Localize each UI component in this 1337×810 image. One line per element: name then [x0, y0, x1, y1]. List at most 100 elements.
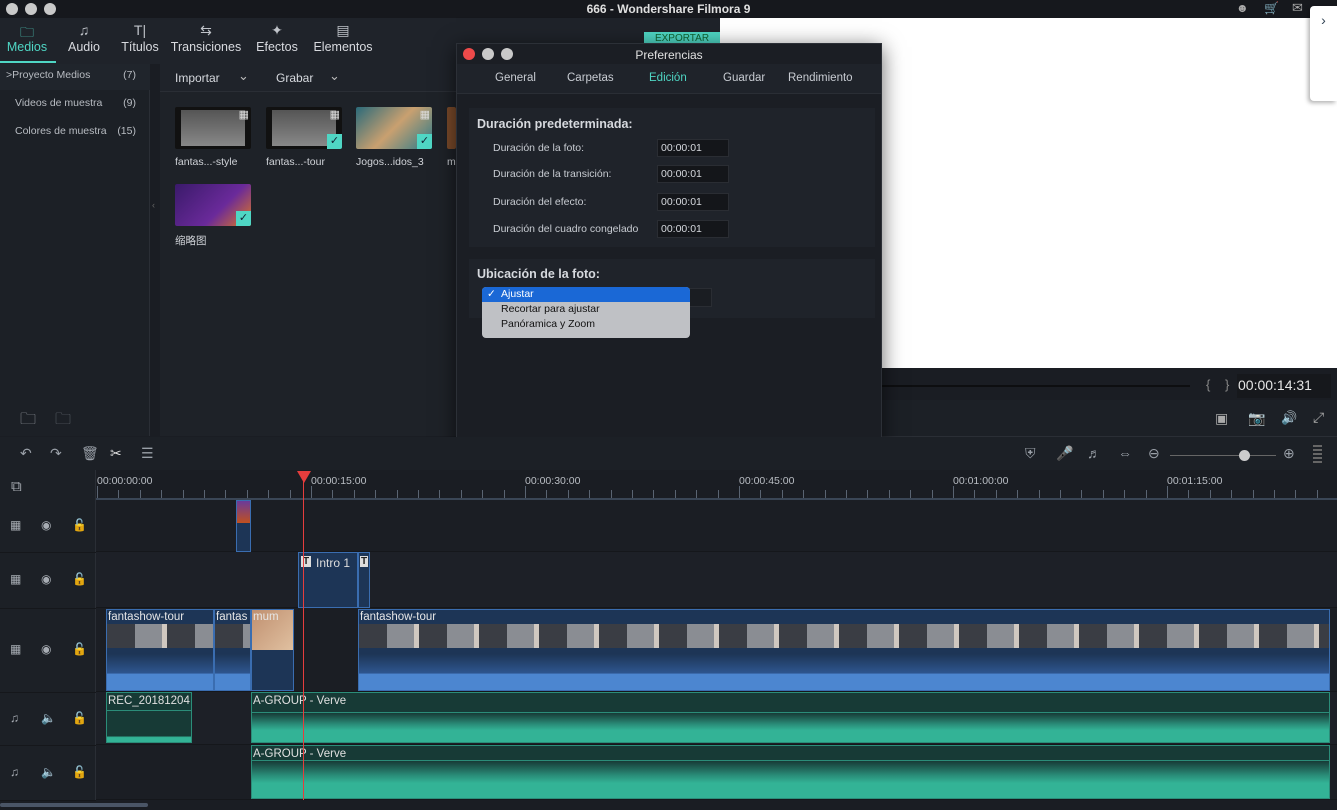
dropdown-option-recortar[interactable]: Recortar para ajustar — [482, 302, 690, 317]
tab-audio[interactable]: ♫ Audio — [62, 22, 106, 54]
adjust-sliders-icon[interactable]: ☰ — [141, 445, 154, 462]
media-thumbnail[interactable] — [447, 107, 456, 149]
ruler-time-label: 00:01:15:00 — [1167, 475, 1223, 487]
lock-icon[interactable]: 🔓 — [72, 642, 87, 656]
record-button[interactable]: Grabar — [276, 71, 313, 85]
media-thumbnail[interactable]: ▦ ✓ — [356, 107, 432, 149]
user-icon[interactable]: ☻ — [1236, 1, 1249, 15]
microphone-icon[interactable]: 🎤 — [1056, 445, 1073, 462]
dialog-tab-general[interactable]: General — [495, 72, 536, 84]
zoom-in-icon[interactable]: ⊕ — [1283, 445, 1295, 462]
video-clip[interactable]: fantashow-tour — [106, 609, 214, 691]
speaker-icon[interactable]: 🔈 — [41, 765, 56, 779]
cart-icon[interactable]: 🛒 — [1264, 1, 1279, 15]
ruler-tick — [696, 490, 697, 498]
tab-transiciones[interactable]: ⇆ Transiciones — [168, 22, 244, 54]
record-dropdown-chevron-icon[interactable]: ⌄ — [329, 68, 340, 84]
timeline-horizontal-scrollbar[interactable] — [0, 803, 148, 807]
freeze-frame-duration-input[interactable]: 00:00:01 — [657, 220, 729, 238]
timeline-ruler[interactable] — [96, 470, 1337, 500]
fit-timeline-icon[interactable]: ⇔ — [1118, 445, 1132, 461]
snapshot-camera-icon[interactable]: 📷 — [1248, 410, 1265, 427]
mail-icon[interactable]: ✉ — [1292, 0, 1303, 16]
sidebar-item-proyecto-medios[interactable]: >Proyecto Medios (7) — [0, 64, 150, 90]
add-folder-icon[interactable]: 🗀 — [20, 408, 36, 435]
speaker-icon[interactable]: 🔈 — [41, 711, 56, 725]
sidebar-item-colores-de-muestra[interactable]: Colores de muestra (15) — [0, 120, 150, 146]
photo-duration-input[interactable]: 00:00:01 — [657, 139, 729, 157]
tab-label: Efectos — [256, 40, 298, 54]
ruler-tick — [1146, 490, 1147, 498]
music-note-icon[interactable]: ♫ — [10, 765, 19, 779]
film-icon[interactable]: ▦ — [10, 518, 21, 532]
redo-icon[interactable]: ↷ — [50, 445, 62, 462]
ruler-tick — [846, 490, 847, 498]
zoom-out-icon[interactable]: ⊖ — [1148, 445, 1160, 462]
delete-folder-icon[interactable]: 🗀 — [55, 408, 71, 435]
transition-duration-input[interactable]: 00:00:01 — [657, 165, 729, 183]
import-dropdown-chevron-icon[interactable]: ⌄ — [238, 68, 249, 84]
collapse-sidebar-handle[interactable]: ‹ — [152, 200, 155, 210]
clip-label: fantas — [216, 611, 248, 623]
volume-icon[interactable]: 🔊 — [1281, 410, 1297, 426]
tab-titulos[interactable]: T| Títulos — [118, 22, 162, 54]
ruler-tick — [1060, 490, 1061, 498]
marker-icon[interactable]: ⛨ — [1025, 445, 1036, 462]
effect-duration-input[interactable]: 00:00:01 — [657, 193, 729, 211]
dialog-tab-edicion[interactable]: Edición — [649, 72, 687, 84]
add-track-icon[interactable]: ⧉ — [11, 478, 22, 495]
checkmark-icon: ✓ — [417, 134, 432, 149]
video-clip[interactable]: fantashow-tour — [358, 609, 1330, 691]
dropdown-option-panoramica[interactable]: Panóramica y Zoom — [482, 317, 690, 332]
film-icon: ▦ — [419, 109, 430, 121]
media-thumbnail[interactable]: ✓ — [175, 184, 251, 226]
title-clip[interactable]: T — [358, 552, 370, 608]
audio-clip[interactable]: A-GROUP - Verve — [251, 745, 1330, 799]
playhead-line[interactable] — [303, 478, 304, 800]
fullscreen-icon[interactable]: ⤢ — [1313, 409, 1324, 426]
dropdown-option-ajustar[interactable]: ✓ Ajustar — [482, 287, 690, 302]
film-icon[interactable]: ▦ — [10, 642, 21, 656]
lock-icon[interactable]: 🔓 — [72, 711, 87, 725]
video-clip[interactable]: fantas — [214, 609, 251, 691]
tab-efectos[interactable]: ✦ Efectos — [252, 22, 302, 54]
dialog-tab-guardar[interactable]: Guardar — [723, 72, 765, 84]
undo-icon[interactable]: ↶ — [20, 445, 32, 462]
sidebar-item-videos-de-muestra[interactable]: Videos de muestra (9) — [0, 92, 150, 118]
display-settings-icon[interactable]: ▣ — [1215, 410, 1228, 427]
playback-progress-track[interactable] — [880, 385, 1190, 387]
eye-icon[interactable]: ◉ — [41, 572, 51, 586]
panel-grip-handle[interactable] — [1313, 445, 1322, 463]
title-clip[interactable]: T Intro 1 — [298, 552, 358, 608]
dialog-tab-carpetas[interactable]: Carpetas — [567, 72, 614, 84]
lock-icon[interactable]: 🔓 — [72, 518, 87, 532]
dialog-tab-rendimiento[interactable]: Rendimiento — [788, 72, 853, 84]
lock-icon[interactable]: 🔓 — [72, 765, 87, 779]
media-thumbnail[interactable]: ▦ ✓ — [266, 107, 342, 149]
image-clip[interactable] — [236, 500, 251, 552]
media-thumbnail[interactable]: ▦ — [175, 107, 251, 149]
default-duration-section: Duración predeterminada: Duración de la … — [469, 108, 875, 247]
audio-clip[interactable]: REC_20181204 — [106, 692, 192, 743]
tab-elementos[interactable]: ▤ Elementos — [310, 22, 376, 54]
mark-out-button[interactable]: } — [1225, 377, 1229, 392]
audio-clip[interactable]: A-GROUP - Verve — [251, 692, 1330, 743]
ruler-tick — [311, 486, 312, 498]
tab-medios[interactable]: 🗀 Medios — [4, 22, 50, 54]
ruler-tick — [225, 490, 226, 498]
lock-icon[interactable]: 🔓 — [72, 572, 87, 586]
film-icon[interactable]: ▦ — [10, 572, 21, 586]
delete-icon[interactable]: 🗑 — [81, 445, 99, 462]
cut-scissors-icon[interactable]: ✂ — [110, 445, 122, 462]
music-note-icon[interactable]: ♫ — [10, 711, 19, 725]
mark-in-button[interactable]: { — [1206, 377, 1210, 392]
eye-icon[interactable]: ◉ — [41, 518, 51, 532]
eye-icon[interactable]: ◉ — [41, 642, 51, 656]
expand-panel-chevron-icon[interactable]: › — [1310, 6, 1337, 101]
playhead-handle[interactable] — [297, 471, 311, 483]
import-button[interactable]: Importar — [175, 71, 220, 85]
photo-placement-dropdown-menu: ✓ Ajustar Recortar para ajustar Panóramic… — [482, 287, 690, 338]
audio-mixer-icon[interactable]: ♬ — [1087, 445, 1101, 461]
video-clip[interactable]: mum — [251, 609, 294, 691]
timeline-zoom-slider[interactable] — [1170, 455, 1276, 456]
